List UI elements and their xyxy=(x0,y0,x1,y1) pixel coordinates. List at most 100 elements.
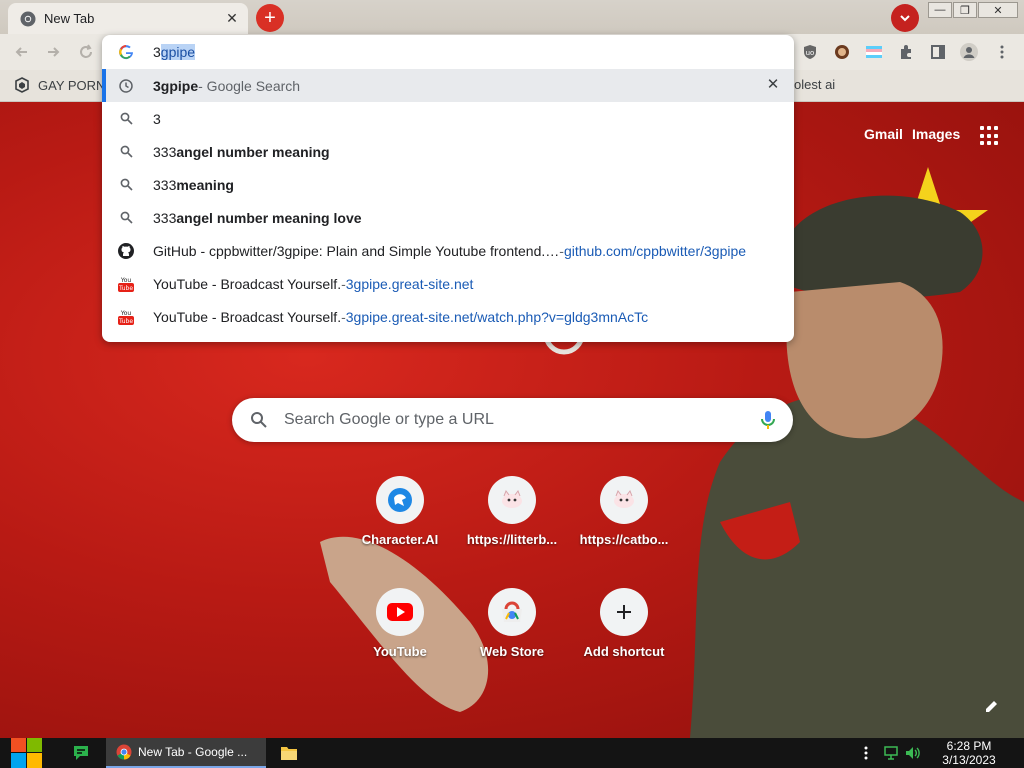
suggestion-url: github.com/cppbwitter/3gpipe xyxy=(563,242,747,259)
ublock-extension-icon[interactable]: uo xyxy=(801,43,819,61)
shortcut-catbox[interactable]: https://catbo... xyxy=(568,476,680,547)
suggestion-text: 3gpipe xyxy=(153,77,199,94)
shortcut-label: Add shortcut xyxy=(583,644,665,659)
back-button[interactable] xyxy=(12,42,32,62)
taskbar-chrome-window[interactable]: New Tab - Google ... xyxy=(106,738,266,768)
suggestion-row[interactable]: You Tube YouTube - Broadcast Yourself. - … xyxy=(102,267,794,300)
svg-text:uo: uo xyxy=(806,49,815,57)
bookmark-label: GAY PORN xyxy=(38,77,106,93)
svg-text:Tube: Tube xyxy=(118,285,133,292)
clock-icon xyxy=(118,78,134,94)
search-icon xyxy=(118,210,134,226)
search-placeholder: Search Google or type a URL xyxy=(284,411,494,428)
search-icon xyxy=(118,144,134,160)
suggestion-row[interactable]: 3 xyxy=(102,102,794,135)
chrome-icon xyxy=(20,11,36,26)
bookmark-item-2[interactable]: olest ai xyxy=(794,77,835,92)
suggestion-url: 3gpipe.great-site.net/watch.php?v=gldg3m… xyxy=(345,308,649,325)
bookmark-item-1[interactable]: GAY PORN xyxy=(14,77,105,93)
shortcut-label: YouTube xyxy=(373,644,427,659)
address-bar-input[interactable]: 3 gpipe xyxy=(102,35,794,69)
new-tab-button[interactable]: + xyxy=(256,4,284,32)
shortcut-label: Character.AI xyxy=(361,532,439,547)
windows-logo-icon xyxy=(11,738,42,768)
suggestion-row[interactable]: You Tube YouTube - Broadcast Yourself. - … xyxy=(102,300,794,333)
customize-pencil-icon[interactable] xyxy=(980,694,1004,718)
images-link[interactable]: Images xyxy=(912,126,960,142)
gmail-link[interactable]: Gmail xyxy=(864,126,903,142)
suggestion-row[interactable]: GitHub - cppbwitter/3gpipe: Plain and Si… xyxy=(102,234,794,267)
restore-button[interactable]: ❐ xyxy=(953,2,977,18)
shortcut-litterbox[interactable]: https://litterb... xyxy=(456,476,568,547)
omnibox-dropdown: 3 gpipe 3gpipe - Google Search ✕ 3 333 an… xyxy=(102,35,794,342)
suggestion-prefix: 333 xyxy=(153,209,177,226)
tab-close-icon[interactable]: ✕ xyxy=(224,10,240,27)
bookmark-favicon-icon xyxy=(15,77,29,93)
search-icon xyxy=(118,111,134,127)
forward-button[interactable] xyxy=(43,42,63,62)
start-button[interactable] xyxy=(10,738,44,768)
clock-time: 6:28 PM xyxy=(946,739,992,753)
arrow-right-icon xyxy=(48,47,60,57)
microphone-icon[interactable] xyxy=(761,410,775,430)
youtube-icon xyxy=(376,588,424,636)
side-panel-icon[interactable] xyxy=(929,43,947,61)
shortcut-add[interactable]: Add shortcut xyxy=(568,588,680,659)
menu-kebab-icon[interactable] xyxy=(993,43,1011,61)
shortcut-web-store[interactable]: Web Store xyxy=(456,588,568,659)
arrow-left-icon xyxy=(15,47,27,57)
avatar-extension-icon[interactable] xyxy=(833,43,851,61)
chevron-down-icon xyxy=(900,15,910,22)
litterbox-icon xyxy=(488,476,536,524)
suggestion-row[interactable]: 333 meaning xyxy=(102,168,794,201)
youtube-icon: You Tube xyxy=(118,275,134,292)
suggestion-row[interactable]: 333 angel number meaning xyxy=(102,135,794,168)
close-window-button[interactable]: ✕ xyxy=(978,2,1018,18)
catbox-icon xyxy=(600,476,648,524)
suggestion-title: YouTube - Broadcast Yourself. xyxy=(153,275,342,292)
shortcut-label: https://litterb... xyxy=(466,532,558,547)
volume-icon[interactable] xyxy=(905,746,921,763)
system-clock[interactable]: 6:28 PM 3/13/2023 xyxy=(928,739,1010,767)
youtube-icon: You Tube xyxy=(118,308,134,325)
suggestion-suffix: - Google Search xyxy=(198,77,301,94)
extensions-puzzle-icon[interactable] xyxy=(897,43,915,61)
profile-icon[interactable] xyxy=(960,43,978,61)
minimize-button[interactable]: — xyxy=(928,2,952,18)
suggestion-row[interactable]: 333 angel number meaning love xyxy=(102,201,794,234)
typed-text: 3 xyxy=(153,44,161,60)
autocomplete-selection: gpipe xyxy=(160,44,196,60)
suggestion-title: YouTube - Broadcast Yourself. xyxy=(153,308,342,325)
flag-extension-icon[interactable] xyxy=(865,43,883,61)
svg-text:You: You xyxy=(120,310,132,317)
tab-search-button[interactable] xyxy=(891,4,919,32)
svg-text:You: You xyxy=(120,277,132,284)
taskbar: New Tab - Google ... 6:28 PM 3/13/2023 xyxy=(0,738,1024,768)
suggestion-text: 3 xyxy=(153,110,161,127)
suggestion-row[interactable]: 3gpipe - Google Search ✕ xyxy=(102,69,794,102)
google-apps-icon[interactable] xyxy=(980,126,1000,146)
character-ai-icon xyxy=(376,476,424,524)
file-explorer-icon[interactable] xyxy=(281,745,297,763)
plus-icon xyxy=(600,588,648,636)
ntp-search-box[interactable]: Search Google or type a URL xyxy=(232,398,793,442)
shortcut-character-ai[interactable]: Character.AI xyxy=(344,476,456,547)
suggestion-url: 3gpipe.great-site.net xyxy=(345,275,474,292)
tab-new-tab[interactable]: New Tab ✕ xyxy=(8,3,248,34)
suggestion-text: angel number meaning love xyxy=(176,209,362,226)
suggestion-title: GitHub - cppbwitter/3gpipe: Plain and Si… xyxy=(153,242,560,259)
reload-button[interactable] xyxy=(76,42,96,62)
suggestion-text: angel number meaning xyxy=(176,143,330,160)
tray-overflow-icon[interactable] xyxy=(864,746,868,763)
title-bar: New Tab ✕ + — ❐ ✕ xyxy=(0,0,1024,34)
suggestion-prefix: 333 xyxy=(153,176,177,193)
chat-app-icon[interactable] xyxy=(72,745,90,764)
shortcut-label: Web Store xyxy=(479,644,545,659)
bookmark-label: olest ai xyxy=(794,77,836,92)
taskbar-item-label: New Tab - Google ... xyxy=(138,745,248,759)
remove-suggestion-icon[interactable]: ✕ xyxy=(766,77,780,92)
shortcut-label: https://catbo... xyxy=(579,532,669,547)
network-icon[interactable] xyxy=(883,746,899,763)
reload-icon xyxy=(80,44,92,58)
shortcut-youtube[interactable]: YouTube xyxy=(344,588,456,659)
